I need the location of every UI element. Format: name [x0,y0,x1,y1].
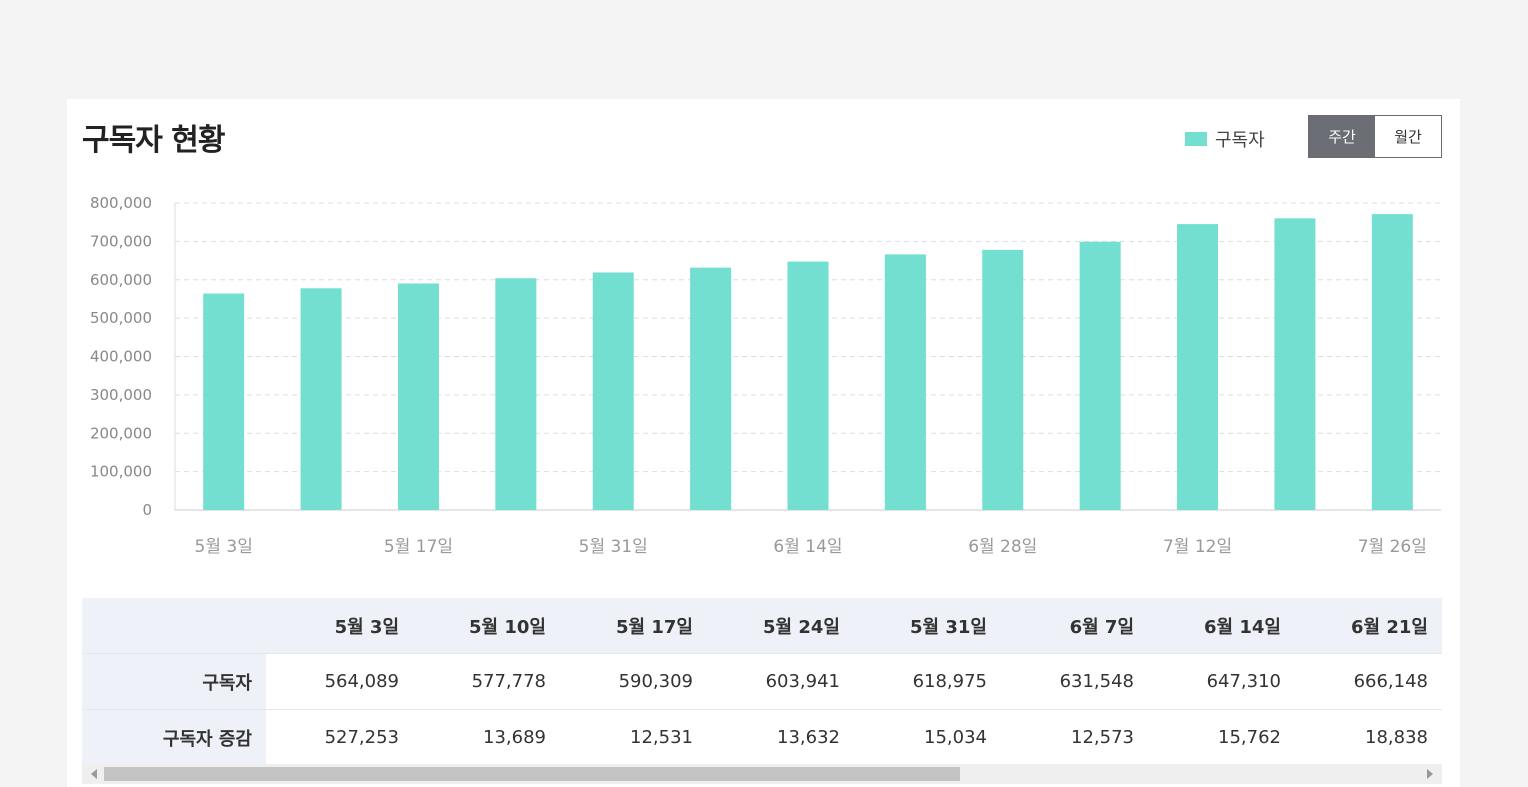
bar [300,288,342,510]
table-header-cell: 5월 17일 [560,598,707,654]
y-tick-label: 400,000 [90,348,152,366]
subscriber-bar-chart: 0 100,000 200,000 300,000 400,000 500,000 600,… [90,194,1441,557]
row-label: 구독자 증감 [82,709,266,766]
table-cell: 603,941 [707,653,854,710]
subscriber-status-card: 구독자 현황 구독자 주간 월간 0 100,000 200,000 300,000 4… [67,99,1460,787]
table-cell: 564,089 [266,653,413,710]
table-cell: 13,632 [707,709,854,766]
bar [592,272,634,510]
y-tick-label: 0 [142,501,152,519]
bar [982,249,1024,510]
legend-swatch [1185,132,1207,146]
legend-label: 구독자 [1215,130,1265,151]
table-cell: 18,838 [1295,709,1442,766]
x-tick-label: 7월 26일 [1358,537,1427,557]
x-tick-label: 5월 17일 [384,537,453,557]
table-header-cell: 5월 10일 [413,598,560,654]
scroll-right-arrow-icon[interactable] [1427,769,1433,779]
bar [690,267,732,510]
weekly-toggle-button[interactable]: 주간 [1309,116,1375,157]
x-tick-label: 5월 3일 [195,537,253,557]
table-cell: 647,310 [1148,653,1295,710]
table-cell: 527,253 [266,709,413,766]
table-cell: 13,689 [413,709,560,766]
y-tick-label: 800,000 [90,194,152,212]
table-header-cell: 5월 31일 [854,598,1001,654]
bar [495,278,537,510]
row-label: 구독자 [82,653,266,710]
y-tick-label: 700,000 [90,232,152,250]
table-cell: 618,975 [854,653,1001,710]
table-header-cell: 5월 3일 [266,598,413,654]
horizontal-scrollbar[interactable] [82,764,1442,784]
table-header-cell: 5월 24일 [707,598,854,654]
bar [1371,214,1413,510]
scroll-left-arrow-icon[interactable] [91,769,97,779]
bar [1079,241,1121,510]
bar [787,261,829,510]
table-cell: 15,762 [1148,709,1295,766]
table-header-corner [82,598,266,654]
table-row: 구독자 564,089 577,778 590,309 603,941 618,… [82,653,1442,710]
y-tick-label: 100,000 [90,463,152,481]
bar [203,293,245,510]
x-tick-label: 5월 31일 [579,537,648,557]
scrollbar-thumb[interactable] [104,767,960,781]
bar [397,283,439,510]
table-cell: 12,573 [1001,709,1148,766]
table-cell: 590,309 [560,653,707,710]
chart-legend: 구독자 [1185,126,1265,152]
bar [884,254,926,510]
y-tick-label: 500,000 [90,309,152,327]
table-cell: 12,531 [560,709,707,766]
data-table: 5월 3일 5월 10일 5월 17일 5월 24일 5월 31일 6월 7일 … [82,598,1442,766]
period-toggle: 주간 월간 [1308,115,1442,158]
data-table-wrapper[interactable]: 5월 3일 5월 10일 5월 17일 5월 24일 5월 31일 6월 7일 … [82,598,1442,783]
y-tick-label: 300,000 [90,386,152,404]
monthly-toggle-button[interactable]: 월간 [1375,116,1441,157]
bar [1177,224,1219,510]
table-header-row: 5월 3일 5월 10일 5월 17일 5월 24일 5월 31일 6월 7일 … [82,598,1442,654]
table-row: 구독자 증감 527,253 13,689 12,531 13,632 15,0… [82,709,1442,766]
y-tick-label: 200,000 [90,424,152,442]
x-tick-label: 7월 12일 [1163,537,1232,557]
x-tick-label: 6월 14일 [773,537,842,557]
table-header-cell: 6월 7일 [1001,598,1148,654]
table-header-cell: 6월 21일 [1295,598,1442,654]
table-cell: 15,034 [854,709,1001,766]
table-cell: 666,148 [1295,653,1442,710]
bar [1274,218,1316,510]
table-cell: 577,778 [413,653,560,710]
y-tick-label: 600,000 [90,271,152,289]
x-tick-label: 6월 28일 [968,537,1037,557]
table-header-cell: 6월 14일 [1148,598,1295,654]
page-title: 구독자 현황 [82,123,225,158]
table-cell: 631,548 [1001,653,1148,710]
